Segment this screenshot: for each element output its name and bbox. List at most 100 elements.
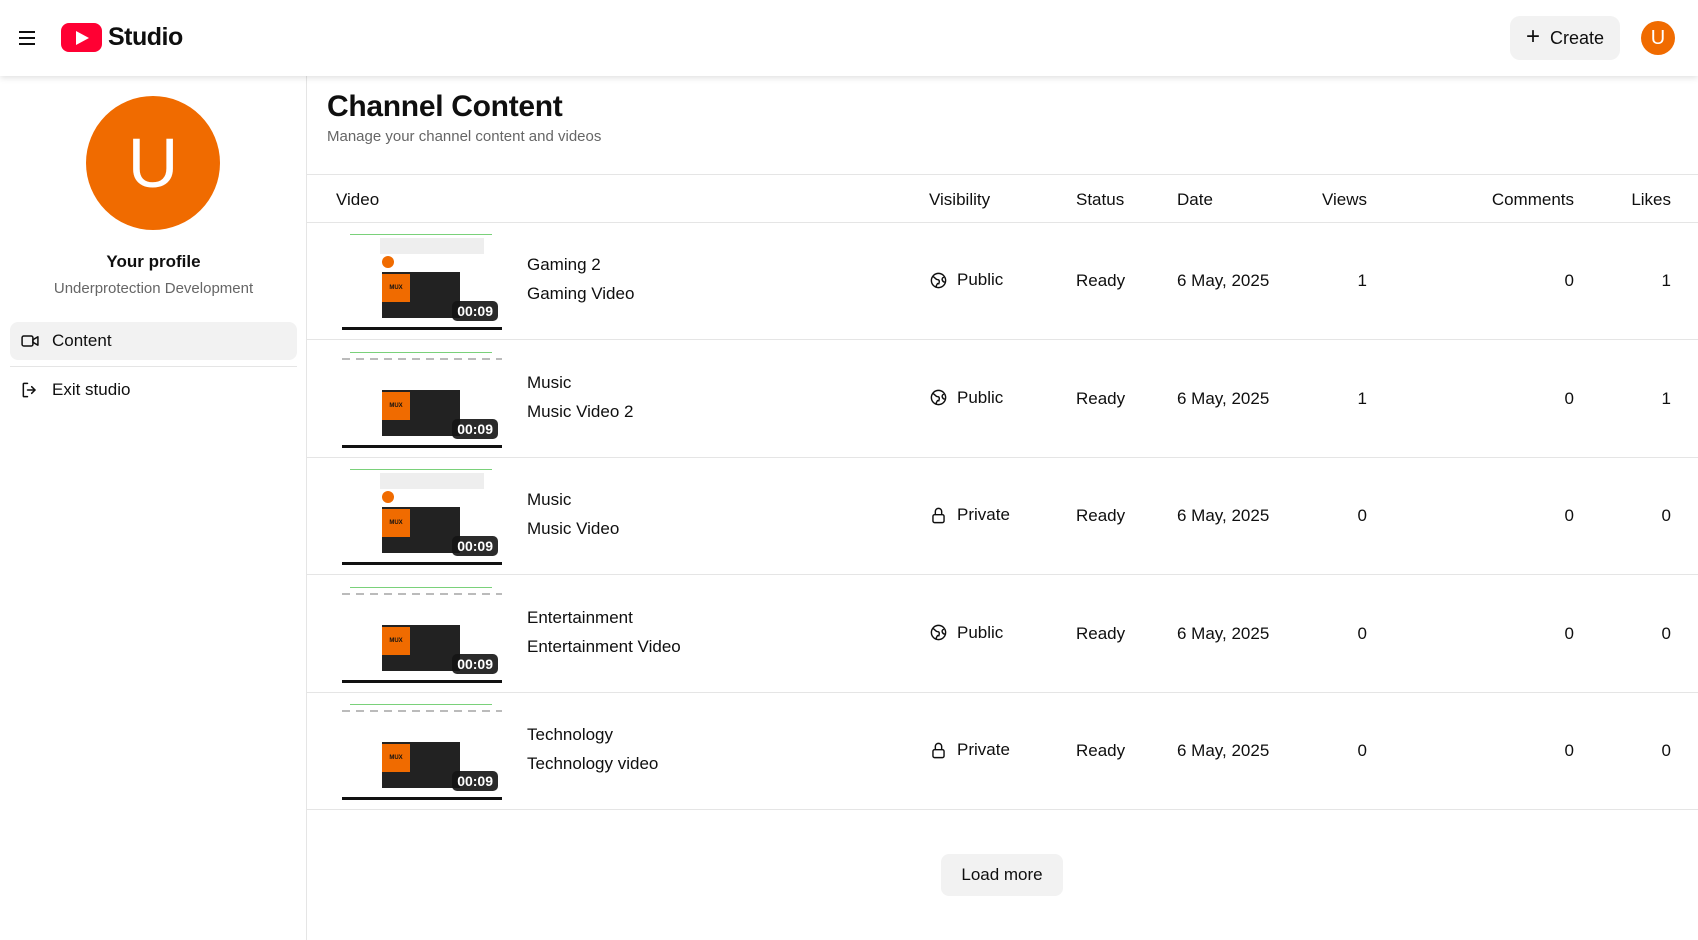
likes-cell: 0 xyxy=(1661,623,1671,643)
profile-avatar[interactable]: U xyxy=(86,96,220,230)
comments-cell: 0 xyxy=(1564,623,1574,643)
thumbnail-nav xyxy=(342,710,502,712)
video-category: Technology xyxy=(527,725,614,744)
visibility-label: Private xyxy=(957,740,1010,759)
thumbnail-line xyxy=(350,234,492,235)
page-subtitle: Manage your channel content and videos xyxy=(327,128,602,145)
date-cell: 6 May, 2025 xyxy=(1177,623,1270,643)
video-title: Music Video xyxy=(527,519,620,538)
table-row[interactable]: MUX 00:09 Technology Technology video Privat… xyxy=(307,693,1698,810)
comments-cell: 0 xyxy=(1564,506,1574,525)
page-title: Channel Content xyxy=(327,90,563,123)
sidebar-item-exit-studio[interactable]: Exit studio xyxy=(10,371,297,409)
date-cell: 6 May, 2025 xyxy=(1177,506,1270,525)
profile-name: Underprotection Development xyxy=(53,280,254,297)
play-logo-icon xyxy=(61,23,102,52)
views-cell: 1 xyxy=(1357,271,1367,290)
visibility-label: Public xyxy=(957,622,1004,642)
load-more-button[interactable]: Load more xyxy=(941,854,1063,896)
duration-badge: 00:09 xyxy=(452,536,498,556)
lock-icon xyxy=(932,507,945,523)
profile-title: Your profile xyxy=(106,252,201,271)
visibility-label: Private xyxy=(957,505,1010,524)
sidebar-item-label: Content xyxy=(52,331,112,350)
likes-cell: 1 xyxy=(1661,271,1671,290)
hamburger-icon[interactable] xyxy=(16,27,38,49)
status-cell: Ready xyxy=(1076,271,1126,290)
thumbnail-banner xyxy=(380,238,484,254)
status-cell: Ready xyxy=(1076,388,1126,408)
mux-logo: MUX xyxy=(382,391,410,420)
video-camera-icon xyxy=(21,335,39,347)
video-thumbnail[interactable]: MUX 00:09 xyxy=(342,584,502,683)
date-cell: 6 May, 2025 xyxy=(1177,271,1270,290)
visibility-cell: Public xyxy=(929,270,1003,290)
thumbnail-nav xyxy=(342,357,502,360)
video-thumbnail[interactable]: MUX 00:09 xyxy=(342,702,502,800)
views-cell: 0 xyxy=(1357,506,1367,525)
column-date: Date xyxy=(1177,190,1213,209)
thumbnail-line xyxy=(350,351,492,353)
video-thumbnail[interactable]: MUX 00:09 xyxy=(342,467,502,565)
likes-cell: 0 xyxy=(1661,741,1671,760)
globe-icon xyxy=(930,624,947,641)
visibility-cell: Private xyxy=(929,505,1010,525)
column-visibility: Visibility xyxy=(929,190,991,209)
thumbnail-banner xyxy=(380,473,484,489)
video-title: Technology video xyxy=(527,754,659,773)
create-label: Create xyxy=(1549,27,1605,48)
main-content: Channel Content Manage your channel cont… xyxy=(307,76,1698,940)
logo-text: Studio xyxy=(108,23,183,51)
logout-icon xyxy=(22,382,36,398)
video-thumbnail[interactable]: MUX 00:09 xyxy=(342,232,502,330)
visibility-label: Public xyxy=(957,387,1004,407)
table-row[interactable]: MUX 00:09 Music Music Video Private Ready 6 Ma… xyxy=(307,458,1698,575)
thumbnail-line xyxy=(350,469,492,470)
views-cell: 0 xyxy=(1357,741,1367,760)
sidebar: U Your profile Underprotection Developme… xyxy=(0,76,307,940)
globe-icon xyxy=(930,389,947,406)
video-category: Music xyxy=(527,490,572,509)
table-row[interactable]: MUX 00:09 Entertainment Entertainment Video… xyxy=(307,576,1698,693)
likes-cell: 0 xyxy=(1661,506,1671,525)
thumbnail-avatar xyxy=(382,491,394,503)
video-category: Entertainment xyxy=(527,607,633,627)
studio-logo[interactable]: Studio xyxy=(61,23,183,52)
table-header: Video Visibility Status Date Views Comme… xyxy=(307,175,1698,223)
plus-icon: + xyxy=(1525,23,1540,50)
likes-cell: 1 xyxy=(1661,388,1671,408)
sidebar-item-content[interactable]: Content xyxy=(10,322,297,360)
thumbnail-line xyxy=(350,704,492,705)
mux-logo: MUX xyxy=(382,509,410,537)
date-cell: 6 May, 2025 xyxy=(1177,388,1270,408)
table-row[interactable]: MUX 00:09 Gaming 2 Gaming Video Public Ready 6… xyxy=(307,223,1698,340)
top-bar: Studio + Create U xyxy=(0,0,1698,76)
video-category: Music xyxy=(527,372,572,392)
avatar[interactable]: U xyxy=(1641,21,1675,55)
duration-badge: 00:09 xyxy=(452,653,498,674)
video-title: Music Video 2 xyxy=(527,401,634,421)
column-status: Status xyxy=(1076,190,1125,209)
visibility-cell: Private xyxy=(929,740,1010,760)
create-button[interactable]: + Create xyxy=(1510,16,1620,60)
column-views: Views xyxy=(1321,190,1367,209)
thumbnail-nav xyxy=(342,592,502,595)
status-cell: Ready xyxy=(1076,623,1126,643)
mux-logo: MUX xyxy=(382,744,410,772)
status-cell: Ready xyxy=(1076,741,1126,760)
views-cell: 0 xyxy=(1357,623,1367,643)
thumbnail-line xyxy=(350,586,492,588)
table-row[interactable]: MUX 00:09 Music Music Video 2 Public Ready 6 M… xyxy=(307,341,1698,458)
duration-badge: 00:09 xyxy=(452,301,498,321)
column-likes: Likes xyxy=(1631,190,1671,209)
sidebar-item-label: Exit studio xyxy=(52,380,131,399)
date-cell: 6 May, 2025 xyxy=(1177,741,1270,760)
visibility-cell: Public xyxy=(929,388,1003,408)
duration-badge: 00:09 xyxy=(452,418,498,439)
duration-badge: 00:09 xyxy=(452,771,498,791)
sidebar-divider xyxy=(10,366,297,367)
video-thumbnail[interactable]: MUX 00:09 xyxy=(342,349,502,448)
comments-cell: 0 xyxy=(1564,741,1574,760)
visibility-label: Public xyxy=(957,270,1004,289)
views-cell: 1 xyxy=(1357,388,1367,408)
